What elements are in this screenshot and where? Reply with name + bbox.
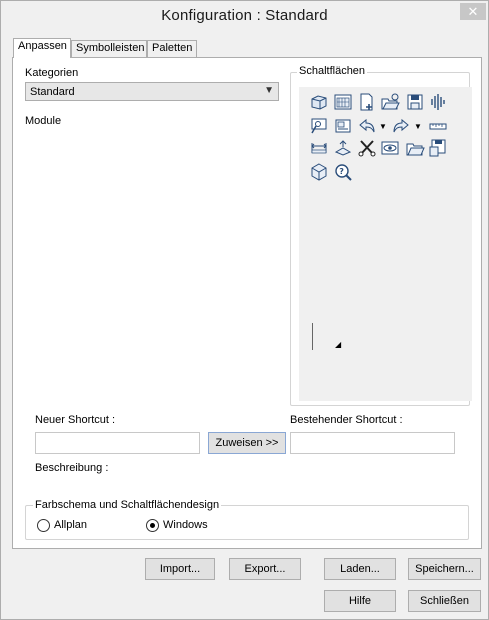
cube-icon[interactable] bbox=[309, 162, 329, 182]
close-icon[interactable]: ✕ bbox=[460, 3, 486, 20]
undo-icon[interactable] bbox=[357, 116, 377, 136]
grid-view-icon[interactable] bbox=[333, 92, 353, 112]
undo-dropdown-icon[interactable]: ▼ bbox=[379, 122, 387, 131]
zuweisen-button[interactable]: Zuweisen >> bbox=[208, 432, 286, 454]
save-as-icon[interactable] bbox=[428, 138, 448, 158]
import-button[interactable]: Import... bbox=[145, 558, 215, 580]
speichern-button[interactable]: Speichern... bbox=[408, 558, 481, 580]
bestehender-shortcut-label: Bestehender Shortcut : bbox=[290, 414, 403, 426]
redo-icon[interactable] bbox=[391, 116, 411, 136]
button-palette: ▼ ▼ ? ◢ bbox=[299, 87, 472, 401]
radio-selected-dot bbox=[150, 523, 155, 528]
kategorien-label: Kategorien bbox=[25, 67, 79, 79]
ruler-icon[interactable] bbox=[428, 116, 448, 136]
sound-wave-icon[interactable] bbox=[427, 92, 447, 112]
new-document-icon[interactable] bbox=[357, 92, 377, 112]
schliessen-button[interactable]: Schließen bbox=[408, 590, 481, 612]
redo-dropdown-icon[interactable]: ▼ bbox=[414, 122, 422, 131]
radio-allplan[interactable] bbox=[37, 519, 50, 532]
svg-text:?: ? bbox=[339, 167, 344, 176]
hilfe-button[interactable]: Hilfe bbox=[324, 590, 396, 612]
neuer-shortcut-input[interactable] bbox=[35, 432, 200, 454]
open-folder-icon[interactable] bbox=[380, 92, 400, 112]
chevron-down-icon: ▼ bbox=[264, 85, 274, 96]
beschreibung-label: Beschreibung : bbox=[35, 462, 109, 474]
anpassen-panel: Kategorien Standard ▼ Module Schaltfläch… bbox=[12, 57, 482, 549]
kategorien-select[interactable]: Standard ▼ bbox=[25, 82, 279, 101]
radio-allplan-label: Allplan bbox=[54, 519, 88, 531]
radio-windows[interactable] bbox=[146, 519, 159, 532]
eye-icon[interactable] bbox=[380, 138, 400, 158]
config-dialog: Konfiguration : Standard ✕ Anpassen Symb… bbox=[0, 0, 489, 620]
help-search-icon[interactable]: ? bbox=[333, 162, 353, 182]
design-group-title: Farbschema und Schaltflächendesign bbox=[33, 499, 222, 511]
dimension-icon[interactable] bbox=[309, 138, 329, 158]
schaltflaechen-title: Schaltflächen bbox=[297, 65, 368, 77]
scale-icon[interactable] bbox=[333, 138, 353, 158]
resize-grip-icon[interactable]: ◢ bbox=[335, 340, 341, 349]
save-disk-icon[interactable] bbox=[405, 92, 425, 112]
tab-anpassen[interactable]: Anpassen bbox=[13, 38, 71, 58]
kategorien-value: Standard bbox=[30, 86, 75, 98]
export-button[interactable]: Export... bbox=[229, 558, 301, 580]
dialog-title: Konfiguration : Standard bbox=[161, 7, 328, 24]
bestehender-shortcut-input[interactable] bbox=[290, 432, 455, 454]
module-label: Module bbox=[25, 115, 62, 127]
folder-open-icon[interactable] bbox=[405, 138, 425, 158]
title-bar: Konfiguration : Standard ✕ bbox=[1, 1, 488, 31]
radio-windows-label: Windows bbox=[163, 519, 208, 531]
neuer-shortcut-label: Neuer Shortcut : bbox=[35, 414, 116, 426]
tab-paletten[interactable]: Paletten bbox=[147, 40, 197, 57]
tab-symbolleisten[interactable]: Symbolleisten bbox=[71, 40, 147, 57]
palette-separator bbox=[312, 323, 313, 350]
cube-3d-icon[interactable] bbox=[309, 92, 329, 112]
image-frame-icon[interactable] bbox=[333, 116, 353, 136]
laden-button[interactable]: Laden... bbox=[324, 558, 396, 580]
scissors-icon[interactable] bbox=[357, 138, 377, 158]
search-tool-icon[interactable] bbox=[309, 116, 329, 136]
